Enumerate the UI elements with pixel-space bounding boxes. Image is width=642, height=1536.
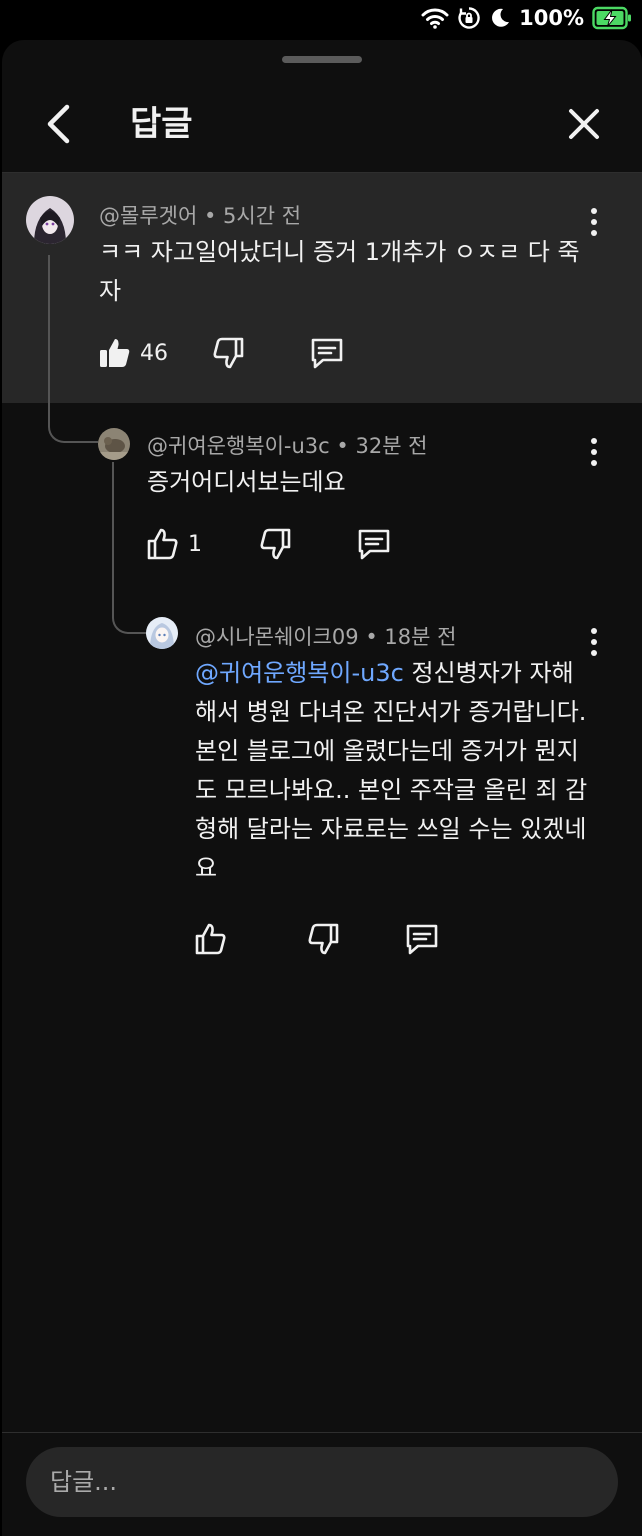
dislike-button[interactable] [211,336,245,370]
reply-button[interactable] [404,922,440,956]
thread-line [112,462,148,634]
comment-author[interactable]: @귀여운행복이-u3c [147,434,330,458]
comment-reply-icon [358,529,390,560]
thumbs-up-icon [147,528,178,560]
wifi-icon [421,7,449,29]
drag-handle[interactable] [282,56,362,63]
reply-footer [2,1432,642,1536]
comment-meta: @몰루겟어 • 5시간 전 [99,200,301,230]
thread-line [48,255,98,443]
replies-sheet: 답글 @몰루겟어 • 5시간 전 ㅋㅋ 자고일어났더니 증거 1개추가 ㅇㅈㄹ … [2,40,642,1536]
thumbs-up-filled-icon [100,339,130,367]
mention-link[interactable]: @귀여운행복이-u3c [195,659,404,687]
like-button[interactable]: 1 [146,527,202,561]
comment-author[interactable]: @시나몬쉐이크09 [195,625,359,649]
comment-reply-icon [311,338,343,369]
battery-charging-icon [592,6,632,30]
chevron-left-icon [47,104,70,144]
thumbs-up-icon [195,923,226,955]
comment-meta: @시나몬쉐이크09 • 18분 전 [195,621,456,651]
comment-text: ㅋㅋ 자고일어났더니 증거 1개추가 ㅇㅈㄹ 다 죽자 [99,238,580,305]
meta-separator: • [329,434,356,458]
reply-input[interactable] [26,1447,618,1517]
rotation-lock-icon [457,6,481,30]
comment-text-body: 정신병자가 자해해서 병원 다녀온 진단서가 증거랍니다. 본인 블로그에 올렸… [195,659,588,882]
avatar[interactable] [146,617,178,649]
comment-meta: @귀여운행복이-u3c • 32분 전 [147,430,428,460]
reply-button[interactable] [309,336,345,370]
close-button[interactable] [562,102,606,146]
meta-separator: • [358,625,385,649]
dislike-button[interactable] [258,527,292,561]
comment-reply-icon [406,924,438,955]
like-count: 1 [188,531,202,557]
status-icons: 100% [421,6,632,30]
close-icon [569,109,599,139]
comment-time: 5시간 전 [223,204,302,228]
like-button[interactable]: 46 [98,336,168,370]
thumbs-down-icon [308,923,339,955]
page-title: 답글 [130,104,193,144]
like-count: 46 [140,340,168,366]
meta-separator: • [197,204,224,228]
avatar[interactable] [98,428,130,460]
thumbs-down-icon [213,337,244,369]
dislike-button[interactable] [306,922,340,956]
comment-text: 증거어디서보는데요 [147,468,346,496]
comment-time: 32분 전 [355,434,428,458]
thumbs-down-icon [260,528,291,560]
avatar[interactable] [26,196,74,244]
comment-time: 18분 전 [384,625,457,649]
battery-text: 100% [519,6,584,30]
comment-text: @귀여운행복이-u3c 정신병자가 자해해서 병원 다녀온 진단서가 증거랍니다… [195,654,595,888]
status-bar: 100% [0,0,642,40]
sheet-header: 답글 [2,80,642,173]
comment-author[interactable]: @몰루겟어 [99,204,197,228]
like-button[interactable] [194,922,228,956]
reply-button[interactable] [356,527,392,561]
moon-icon [489,7,511,29]
back-button[interactable] [36,102,80,146]
